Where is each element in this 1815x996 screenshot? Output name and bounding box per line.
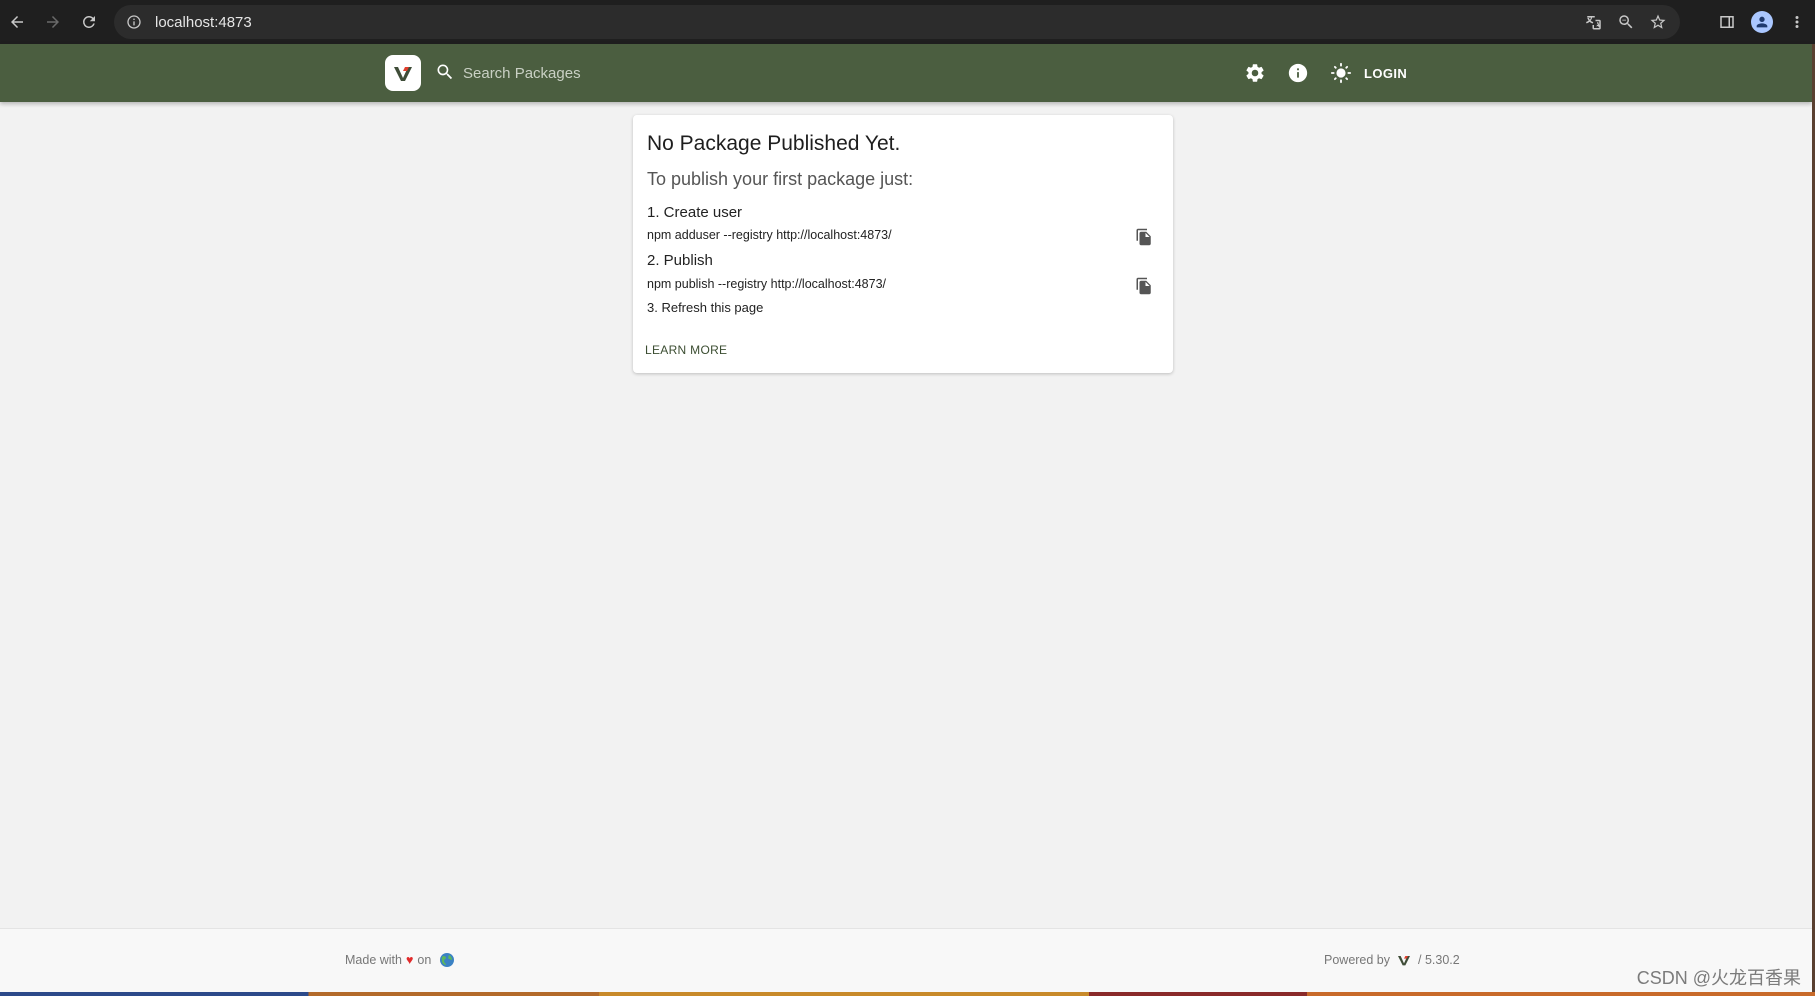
reload-icon <box>82 15 95 28</box>
forward-button[interactable] <box>36 5 70 39</box>
menu-icon[interactable] <box>1787 12 1807 32</box>
browser-toolbar: localhost:4873 <box>0 0 1815 44</box>
publish-command: npm publish --registry http://localhost:… <box>647 277 887 291</box>
reload-button[interactable] <box>72 5 106 39</box>
info-circle-icon[interactable] <box>1286 61 1310 85</box>
sidepanel-icon[interactable] <box>1717 12 1737 32</box>
settings-icon[interactable] <box>1243 61 1267 85</box>
on-text: on <box>417 953 432 967</box>
learn-more-button[interactable]: LEARN MORE <box>645 343 727 357</box>
footer-made-with: Made with ♥ on <box>345 952 455 968</box>
search-input[interactable] <box>463 60 883 86</box>
site-info-icon[interactable] <box>126 14 142 30</box>
copy-publish-button[interactable] <box>1132 274 1156 298</box>
card-subtitle: To publish your first package just: <box>647 169 914 189</box>
version-text: / 5.30.2 <box>1418 953 1460 967</box>
taskbar-strip <box>0 992 1815 996</box>
watermark: CSDN @火龙百香果 <box>1636 968 1801 988</box>
light-mode-icon[interactable] <box>1329 61 1353 85</box>
app-header: LOGIN <box>0 44 1812 102</box>
back-icon <box>11 16 23 28</box>
back-button[interactable] <box>0 5 34 39</box>
zoom-icon[interactable] <box>1616 12 1636 32</box>
login-button[interactable]: LOGIN <box>1364 62 1407 84</box>
address-bar[interactable]: localhost:4873 <box>114 5 1680 39</box>
step-refresh: 3. Refresh this page <box>647 300 764 315</box>
search-icon <box>435 62 457 84</box>
no-packages-card: No Package Published Yet. To publish you… <box>633 115 1173 373</box>
heart-icon: ♥ <box>405 953 414 967</box>
globe-icon[interactable] <box>439 952 455 968</box>
step-publish: 2. Publish <box>647 252 713 269</box>
verdaccio-logo-icon[interactable] <box>385 55 421 91</box>
profile-icon[interactable] <box>1751 11 1773 33</box>
url-text: localhost:4873 <box>155 13 252 31</box>
star-icon[interactable] <box>1648 12 1668 32</box>
step-create-user: 1. Create user <box>647 204 743 221</box>
footer: Made with ♥ on Powered by / 5.30.2 <box>0 928 1812 992</box>
powered-by-text: Powered by <box>1324 953 1391 967</box>
footer-powered-by: Powered by / 5.30.2 <box>1324 952 1460 968</box>
copy-icon <box>1136 228 1151 246</box>
copy-adduser-button[interactable] <box>1132 225 1156 249</box>
verdaccio-logo-icon[interactable] <box>1396 952 1412 968</box>
card-title: No Package Published Yet. <box>647 132 901 155</box>
forward-icon <box>47 16 59 28</box>
copy-icon <box>1136 277 1151 295</box>
adduser-command: npm adduser --registry http://localhost:… <box>647 228 892 242</box>
translate-icon[interactable] <box>1584 12 1604 32</box>
made-with-text: Made with <box>345 953 402 967</box>
